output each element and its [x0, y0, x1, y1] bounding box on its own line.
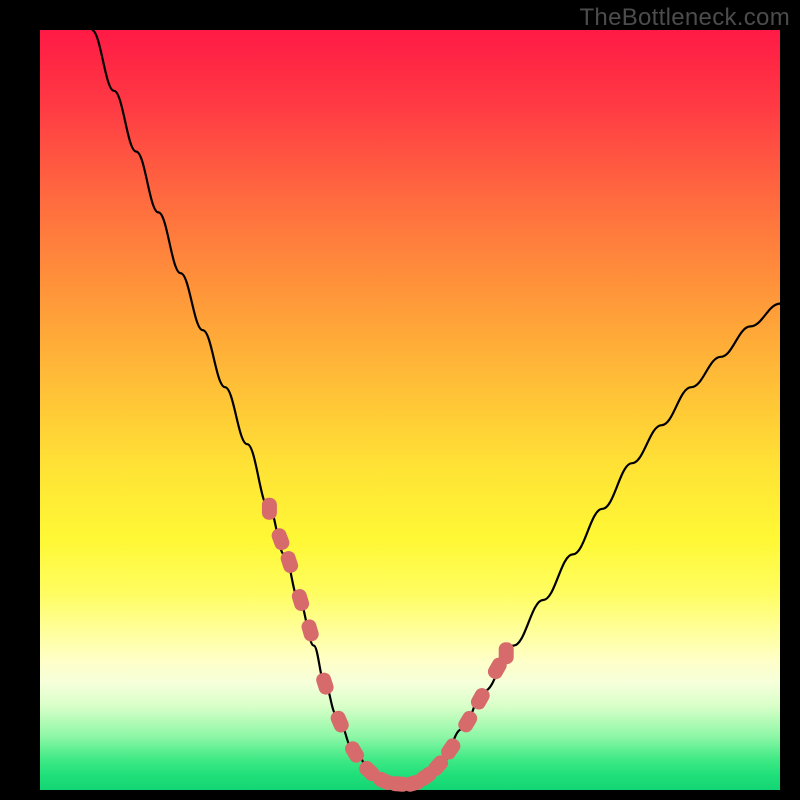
- data-marker: [270, 526, 292, 552]
- data-markers: [262, 498, 514, 794]
- data-marker: [499, 642, 514, 664]
- data-marker: [290, 587, 311, 612]
- data-marker: [328, 709, 351, 735]
- bottleneck-curve: [92, 30, 780, 785]
- chart-frame: TheBottleneck.com: [0, 0, 800, 800]
- data-marker: [314, 671, 335, 697]
- bottleneck-curve-path: [92, 30, 780, 785]
- watermark-text: TheBottleneck.com: [579, 4, 790, 32]
- data-marker: [262, 498, 277, 520]
- curve-layer: [40, 30, 780, 790]
- data-marker: [300, 618, 321, 643]
- plot-area: [40, 30, 780, 790]
